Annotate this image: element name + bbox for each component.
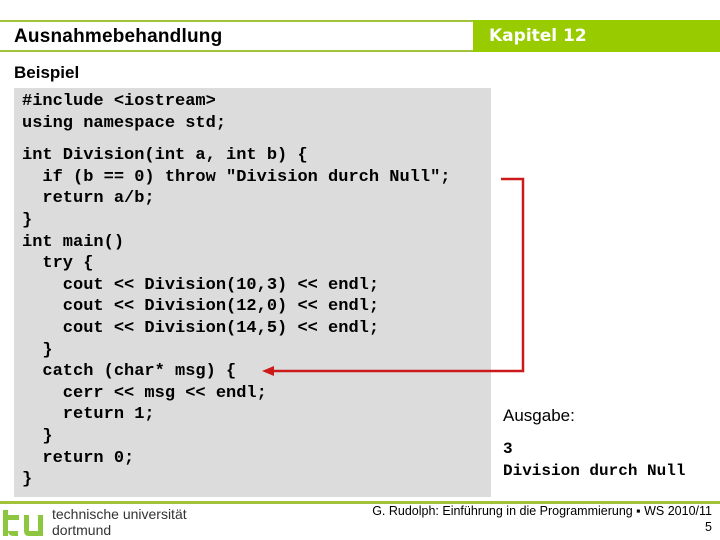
footer-credit: G. Rudolph: Einführung in die Programmie… [372, 504, 712, 518]
page-number: 5 [705, 520, 712, 534]
university-name: technische universität [52, 506, 187, 522]
arrow-path [272, 177, 525, 373]
output-line: 3 [503, 440, 513, 458]
output-line: Division durch Null [503, 462, 686, 480]
output-label: Ausgabe: [503, 406, 575, 425]
arrowhead-icon [262, 366, 274, 376]
tu-logo-icon [3, 510, 43, 536]
university-city: dortmund [52, 522, 112, 538]
throw-to-catch-arrow [262, 177, 525, 376]
